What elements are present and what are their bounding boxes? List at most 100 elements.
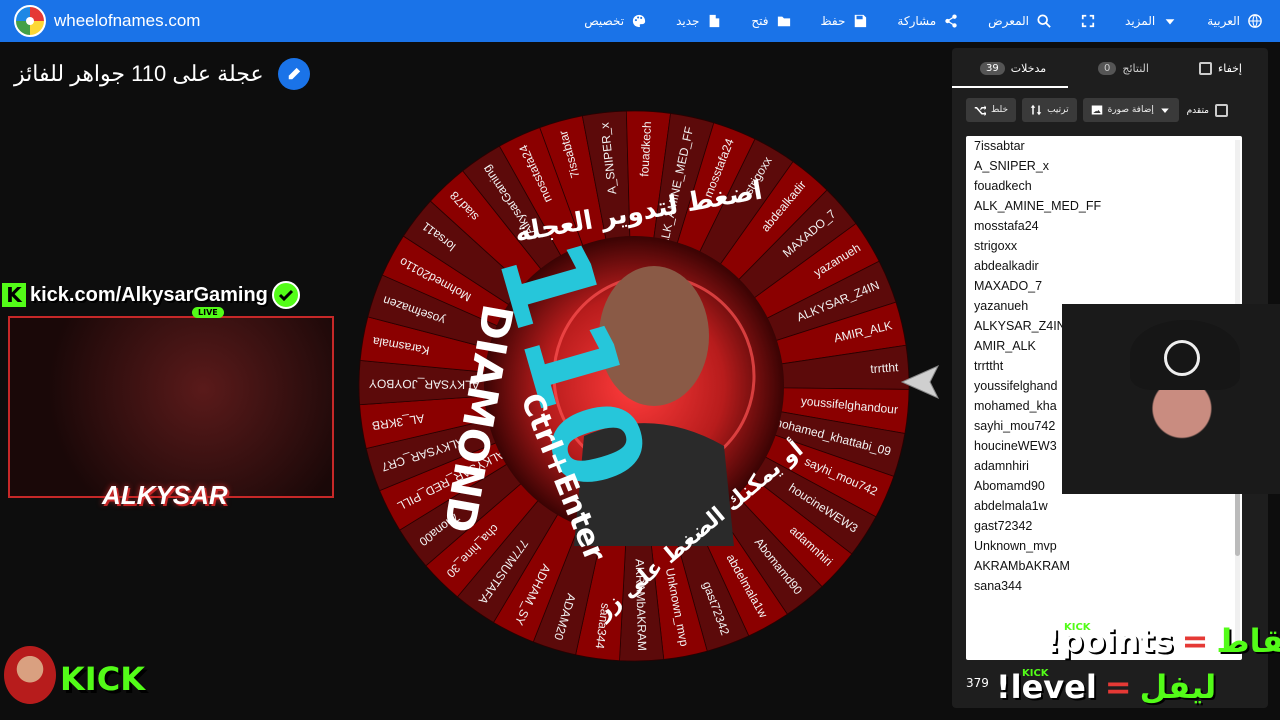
caret-down-icon (1161, 108, 1169, 113)
search-icon (1037, 14, 1051, 28)
person-body (574, 423, 734, 546)
wheel-svg[interactable]: 7issabtar A_SNIPER_x fouadkech ALK_AMINE_ME… (354, 106, 914, 666)
wheel-logo-icon (14, 5, 46, 37)
wheel-pointer-icon (900, 364, 940, 400)
brand[interactable]: wheelofnames.com (14, 5, 200, 37)
list-item[interactable]: AKRAMbAKRAM (974, 556, 1234, 576)
hide-label: إخفاء (1218, 62, 1242, 75)
menu-open-label: فتح (751, 14, 769, 28)
entries-toolbar: خلط ترتيب إضافة صورة (966, 98, 1179, 122)
share-icon (945, 14, 957, 28)
advanced-label: متقدم (1186, 105, 1209, 116)
menu-new-label: جديد (676, 14, 700, 28)
streamer-avatar (4, 646, 56, 704)
edit-title-button[interactable] (277, 58, 310, 90)
wheel[interactable]: 7issabtar A_SNIPER_x fouadkech ALK_AMINE_ME… (354, 106, 914, 666)
shuffle-label: خلط (991, 105, 1009, 115)
promo-equals: = (1181, 622, 1209, 660)
wheel-title[interactable]: عجلة على 110 جواهر للفائز (14, 61, 264, 87)
shuffle-button[interactable]: خلط (966, 98, 1017, 122)
tab-results[interactable]: 0 النتائج (1098, 62, 1149, 75)
add-image-label: إضافة صورة (1107, 105, 1154, 115)
sort-icon (1030, 104, 1042, 116)
hide-toggle[interactable]: إخفاء (1199, 62, 1242, 75)
list-item[interactable]: MAXADO_7 (974, 276, 1234, 296)
live-badge: LIVE (192, 307, 224, 318)
tab-active-underline (952, 86, 1068, 88)
image-icon (1091, 105, 1102, 115)
panel-tabs: 39 مدخلات 0 النتائج إخفاء (952, 48, 1268, 88)
fullscreen-icon (1081, 14, 1095, 28)
wheel-slice-label: trrttht (870, 360, 900, 376)
palette-icon (632, 14, 646, 28)
tab-entries-label: مدخلات (1010, 62, 1047, 75)
add-image-button[interactable]: إضافة صورة (1082, 98, 1179, 122)
sort-label: ترتيب (1047, 105, 1069, 115)
results-count-badge: 0 (1098, 62, 1117, 75)
list-item[interactable]: strigoxx (974, 236, 1234, 256)
list-item[interactable]: 7issabtar (974, 136, 1234, 156)
person-face (599, 266, 709, 406)
list-item[interactable]: Unknown_mvp (974, 536, 1234, 556)
list-item[interactable]: abdelmala1w (974, 496, 1234, 516)
caret-down-icon (1165, 19, 1175, 25)
list-item[interactable]: fouadkech (974, 176, 1234, 196)
menu-share-label: مشاركة (897, 14, 937, 28)
webcam-left (8, 316, 334, 498)
menu-gallery-label: المعرض (988, 14, 1030, 28)
promo-points: !points = نقاط (1046, 622, 1280, 660)
wheel-slice-label: ALKYSAR_JOYBOY (369, 377, 480, 392)
promo-points-cmd: !points (1046, 622, 1174, 660)
list-item[interactable]: gast72342 (974, 516, 1234, 536)
kick-wordmark: KICK (60, 660, 145, 698)
menu-language-label: العربية (1207, 14, 1240, 28)
streamer-logo: ALKYSAR (102, 480, 228, 510)
menu-save-label: حفظ (820, 14, 846, 28)
list-item[interactable]: sana344 (974, 576, 1234, 596)
site-name: wheelofnames.com (54, 11, 201, 30)
entries-count-badge: 39 (980, 62, 1005, 75)
menu-save[interactable]: حفظ (821, 14, 868, 28)
pencil-icon (288, 67, 300, 80)
tab-results-label: النتائج (1122, 62, 1149, 75)
menu-more[interactable]: المزيد (1125, 14, 1177, 28)
entries-total: 379 (966, 676, 989, 690)
kick-logo-icon: K (2, 283, 26, 307)
globe-icon (1248, 14, 1262, 28)
menu-fullscreen[interactable] (1081, 14, 1095, 28)
menu-customize[interactable]: تخصيص (584, 14, 646, 28)
shuffle-icon (974, 105, 986, 116)
wheel-slice-label: fouadkech (637, 121, 654, 177)
list-item[interactable]: mosstafa24 (974, 216, 1234, 236)
top-nav-bar: wheelofnames.com العربية المزيد المعرض م… (0, 0, 1280, 42)
menu-open[interactable]: فتح (751, 14, 790, 28)
menu-share[interactable]: مشاركة (897, 14, 958, 28)
list-item[interactable]: ALK_AMINE_MED_FF (974, 196, 1234, 216)
menu-customize-label: تخصيص (584, 14, 625, 28)
menu-language[interactable]: العربية (1207, 14, 1262, 28)
save-icon (855, 14, 867, 28)
verified-check-icon (271, 281, 300, 309)
advanced-checkbox[interactable] (1215, 104, 1228, 117)
kick-url: kick.com/AlkysarGaming (30, 283, 268, 306)
menu-more-label: المزيد (1125, 14, 1156, 28)
promo-level: !level = ليفل (996, 668, 1216, 706)
folder-icon (777, 16, 790, 27)
promo-level-ar: ليفل (1139, 668, 1217, 706)
promo-equals: = (1104, 668, 1132, 706)
sort-button[interactable]: ترتيب (1022, 98, 1077, 122)
list-item[interactable]: A_SNIPER_x (974, 156, 1234, 176)
promo-points-ar: نقاط (1216, 622, 1280, 660)
mercedes-logo-icon (1164, 340, 1200, 376)
tab-entries[interactable]: 39 مدخلات (980, 62, 1046, 75)
hide-checkbox[interactable] (1199, 62, 1213, 75)
kick-banner: K kick.com/AlkysarGaming (2, 280, 300, 310)
file-icon (710, 14, 720, 28)
menu-new[interactable]: جديد (676, 14, 721, 28)
wheel-slice-label: AKRAMbAKRAM (633, 559, 650, 651)
top-menu: العربية المزيد المعرض مشاركة حفظ فتح جدي… (584, 0, 1262, 42)
advanced-toggle[interactable]: متقدم (1187, 104, 1228, 117)
list-item[interactable]: abdealkadir (974, 256, 1234, 276)
menu-gallery[interactable]: المعرض (988, 14, 1051, 28)
promo-level-cmd: !level (996, 668, 1097, 706)
